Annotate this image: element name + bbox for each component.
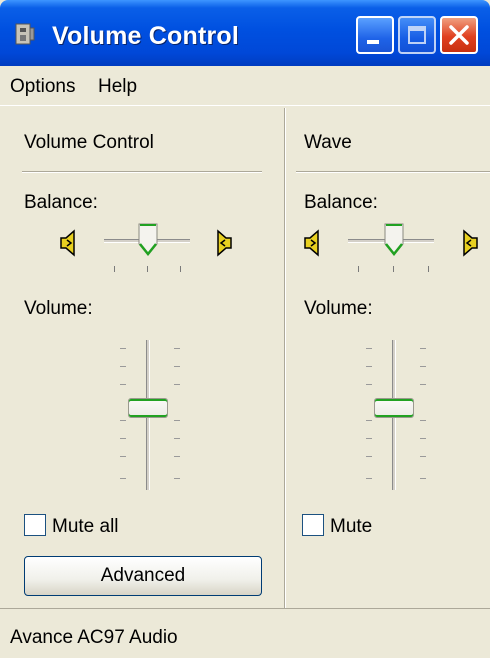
minimize-button[interactable] [356,16,394,54]
speaker-left-icon [60,229,75,257]
volume-tick [120,348,126,349]
volume-tick [366,366,372,367]
balance-label: Balance: [24,192,98,213]
balance-tick [358,266,359,272]
volume-tick [174,366,180,367]
volume-tick [174,420,180,421]
minimize-icon [367,40,379,44]
status-bar: Avance AC97 Audio [0,608,490,658]
close-button[interactable] [440,16,478,54]
volume-tick [420,420,426,421]
balance-tick [147,266,148,272]
volume-tick [120,438,126,439]
volume-tick [366,438,372,439]
volume-tick [366,478,372,479]
volume-tick [366,384,372,385]
volume-label: Volume: [24,298,93,319]
volume-label: Volume: [304,298,373,319]
balance-slider-thumb[interactable] [137,222,159,258]
advanced-button[interactable]: Advanced [24,556,262,596]
volume-tick [420,384,426,385]
volume-tick [366,348,372,349]
menu-bar: Options Help [0,66,490,106]
volume-tick [420,478,426,479]
menu-help[interactable]: Help [98,76,137,98]
channel-divider [284,108,286,610]
mute-checkbox[interactable] [302,514,324,536]
channel-title-volume-control: Volume Control [24,132,154,153]
volume-slider-thumb[interactable] [128,398,168,418]
speaker-right-icon [217,229,232,257]
volume-tick [120,478,126,479]
volume-tick [366,456,372,457]
volume-tick [366,420,372,421]
balance-tick [180,266,181,272]
balance-tick [393,266,394,272]
speaker-right-icon [463,229,478,257]
volume-tick [420,366,426,367]
mute-all-label: Mute all [52,516,119,537]
status-text: Avance AC97 Audio [10,627,178,648]
balance-label: Balance: [304,192,378,213]
volume-tick [420,456,426,457]
window-title: Volume Control [52,22,240,50]
balance-tick [428,266,429,272]
volume-tick [174,348,180,349]
channel-title-wave: Wave [304,132,352,153]
volume-tick [174,438,180,439]
volume-tick [120,456,126,457]
menu-options[interactable]: Options [10,76,75,98]
title-bar[interactable]: Volume Control [0,0,490,66]
maximize-button[interactable] [398,16,436,54]
volume-tick [420,348,426,349]
volume-tick [120,366,126,367]
volume-tick [420,438,426,439]
volume-tick [120,384,126,385]
maximize-icon [408,26,426,44]
volume-tick [174,478,180,479]
channel-separator [22,171,262,173]
volume-tick [174,384,180,385]
volume-tick [174,456,180,457]
speaker-app-icon [15,23,35,45]
close-icon [449,25,469,45]
volume-slider-thumb[interactable] [374,398,414,418]
volume-tick [120,420,126,421]
balance-slider-thumb[interactable] [383,222,405,258]
mute-all-checkbox[interactable] [24,514,46,536]
balance-tick [114,266,115,272]
channel-separator [296,171,490,173]
speaker-left-icon [304,229,319,257]
mute-label: Mute [330,516,373,537]
